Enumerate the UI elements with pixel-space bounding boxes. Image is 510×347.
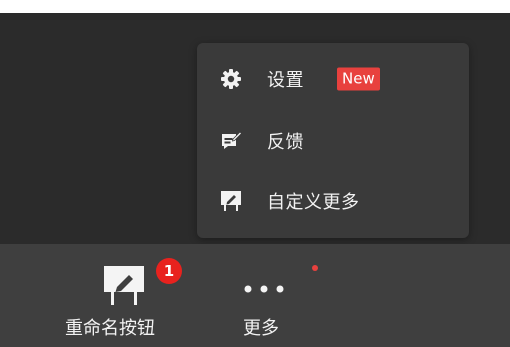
easel-pencil-icon <box>102 264 146 306</box>
menu-item-feedback[interactable]: 反馈 <box>197 113 469 169</box>
rename-button[interactable]: 1 重命名按钮 <box>60 244 200 347</box>
more-dots-icon <box>242 279 292 293</box>
menu-item-label: 反馈 <box>267 132 304 153</box>
gear-icon <box>220 68 242 90</box>
bottom-toolbar: 1 重命名按钮 更多 <box>0 244 510 347</box>
unread-dot <box>312 265 318 271</box>
menu-item-customize-more[interactable]: 自定义更多 <box>197 173 469 229</box>
menu-item-label: 设置 <box>267 70 304 91</box>
notification-count-badge: 1 <box>156 258 182 284</box>
feedback-icon <box>220 130 243 152</box>
more-button[interactable]: 更多 <box>230 244 320 347</box>
menu-item-label: 自定义更多 <box>267 192 360 213</box>
new-badge: New <box>337 67 380 91</box>
easel-pencil-icon <box>220 190 242 212</box>
more-button-label: 更多 <box>243 318 279 339</box>
menu-item-settings[interactable]: 设置 New <box>197 51 469 107</box>
more-menu-popup: 设置 New 反馈 自定义更多 <box>197 43 469 238</box>
rename-button-label: 重命名按钮 <box>65 318 155 339</box>
